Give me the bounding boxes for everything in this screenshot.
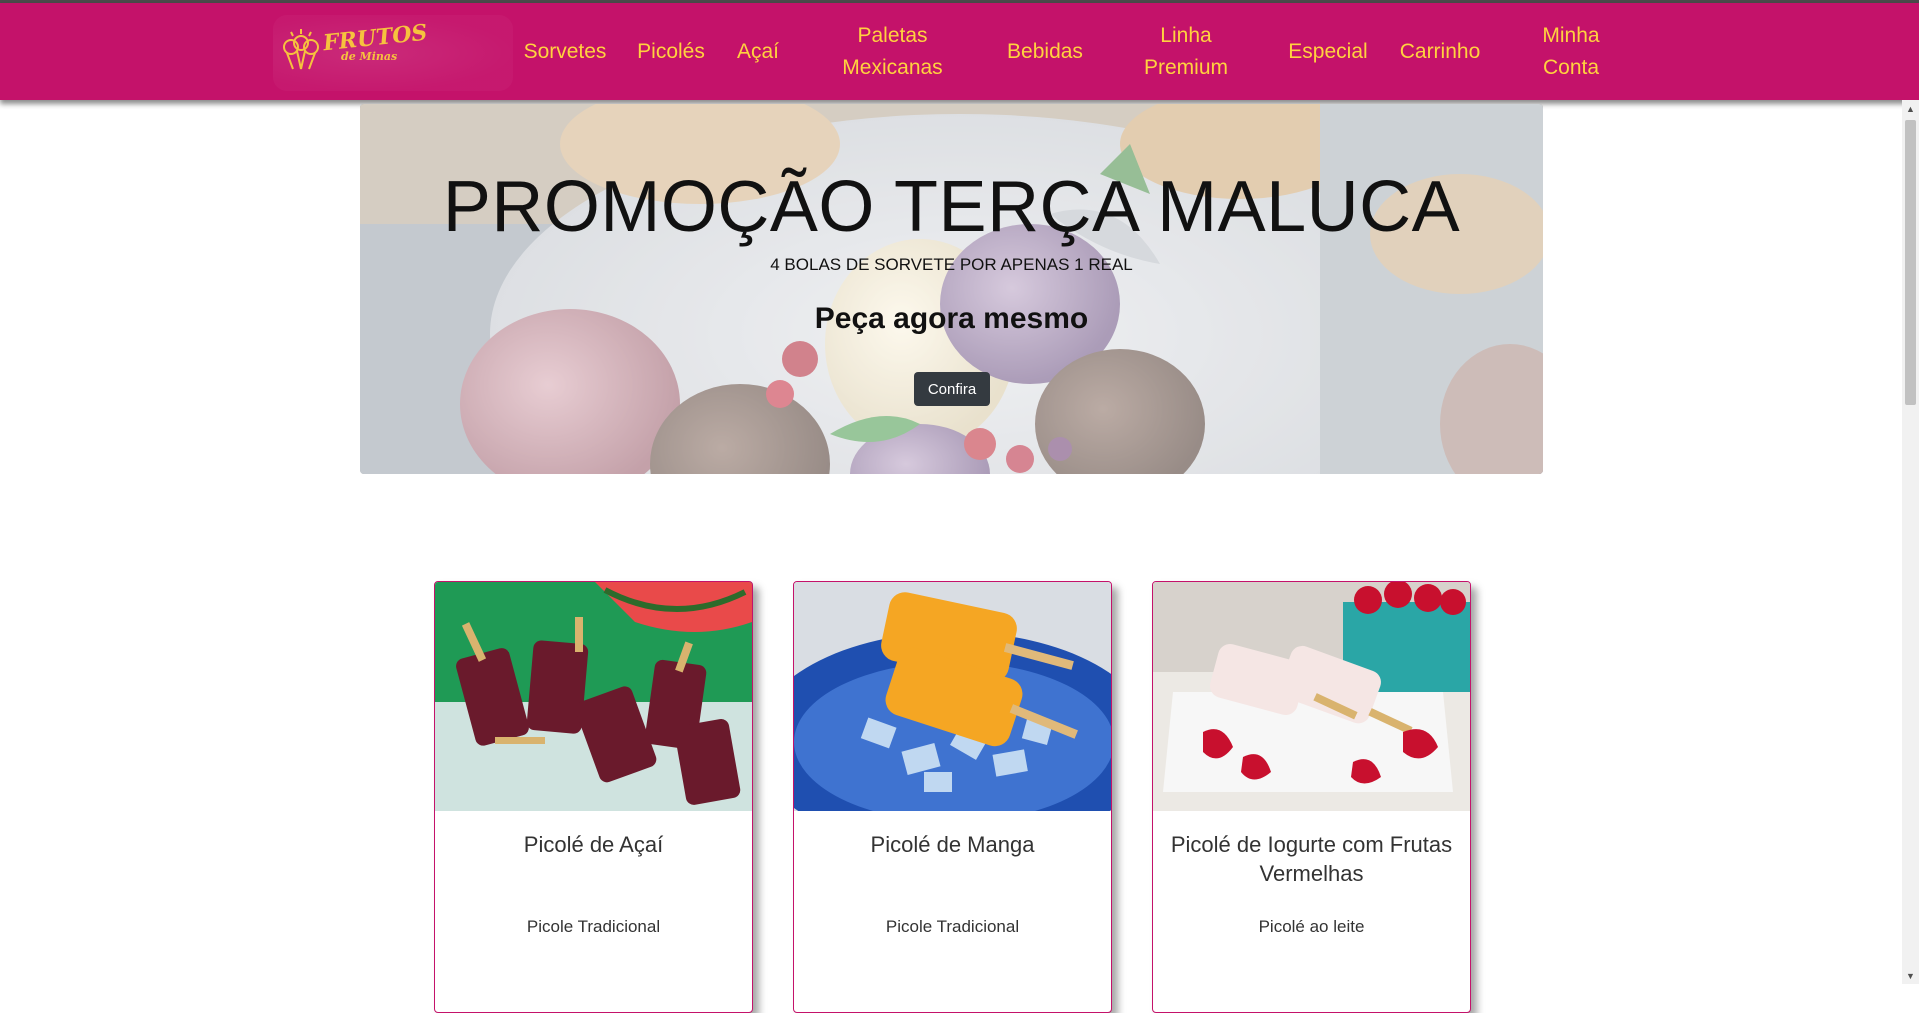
product-image-acai[interactable] <box>435 582 752 811</box>
nav-sorvetes[interactable]: Sorvetes <box>510 3 620 100</box>
hero-cta-text: Peça agora mesmo <box>814 302 1089 335</box>
nav-minha-conta[interactable]: Minha Conta <box>1520 3 1622 100</box>
nav-carrinho[interactable]: Carrinho <box>1390 3 1490 100</box>
brand-name: FRUTOS de Minas <box>322 20 429 62</box>
hero-overlay <box>360 104 1543 474</box>
brand-logo[interactable]: FRUTOS de Minas <box>273 15 513 91</box>
nav-bebidas[interactable]: Bebidas <box>990 3 1100 100</box>
product-name[interactable]: Picolé de Manga <box>804 830 1101 859</box>
brand-name-line1: FRUTOS <box>321 19 429 57</box>
main-navbar: FRUTOS de Minas Sorvetes Picolés Açaí Pa… <box>0 3 1919 100</box>
scroll-up-arrow-icon[interactable]: ▲ <box>1902 100 1919 117</box>
nav-picoles[interactable]: Picolés <box>625 3 717 100</box>
product-card[interactable]: Picolé de Açaí Picole Tradicional <box>434 581 753 1013</box>
scroll-down-arrow-icon[interactable]: ▼ <box>1902 967 1919 984</box>
product-card[interactable]: Picolé de Iogurte com Frutas Vermelhas P… <box>1152 581 1471 1013</box>
product-category: Picolé ao leite <box>1258 917 1365 936</box>
confira-button[interactable]: Confira <box>914 372 990 406</box>
hero-title: PROMOÇÃO TERÇA MALUCA <box>442 167 1461 247</box>
hero-subtitle: 4 BOLAS DE SORVETE POR APENAS 1 REAL <box>770 255 1133 274</box>
page-scrollbar[interactable]: ▲ ▼ <box>1902 100 1919 984</box>
product-category: Picole Tradicional <box>526 917 661 936</box>
hero-carousel: PROMOÇÃO TERÇA MALUCA 4 BOLAS DE SORVETE… <box>360 104 1543 474</box>
product-image-iogurte[interactable] <box>1153 582 1470 811</box>
nav-especial[interactable]: Especial <box>1275 3 1381 100</box>
product-image-manga[interactable] <box>794 582 1111 811</box>
nav-acai[interactable]: Açaí <box>723 3 793 100</box>
nav-paletas-mexicanas[interactable]: Paletas Mexicanas <box>820 3 965 100</box>
product-card[interactable]: Picolé de Manga Picole Tradicional <box>793 581 1112 1013</box>
product-name[interactable]: Picolé de Iogurte com Frutas Vermelhas <box>1163 830 1460 888</box>
product-category: Picole Tradicional <box>885 917 1020 936</box>
nav-linha-premium[interactable]: Linha Premium <box>1130 3 1242 100</box>
scrollbar-thumb[interactable] <box>1905 120 1916 405</box>
product-name[interactable]: Picolé de Açaí <box>445 830 742 859</box>
ice-cream-logo-icon <box>283 29 319 70</box>
